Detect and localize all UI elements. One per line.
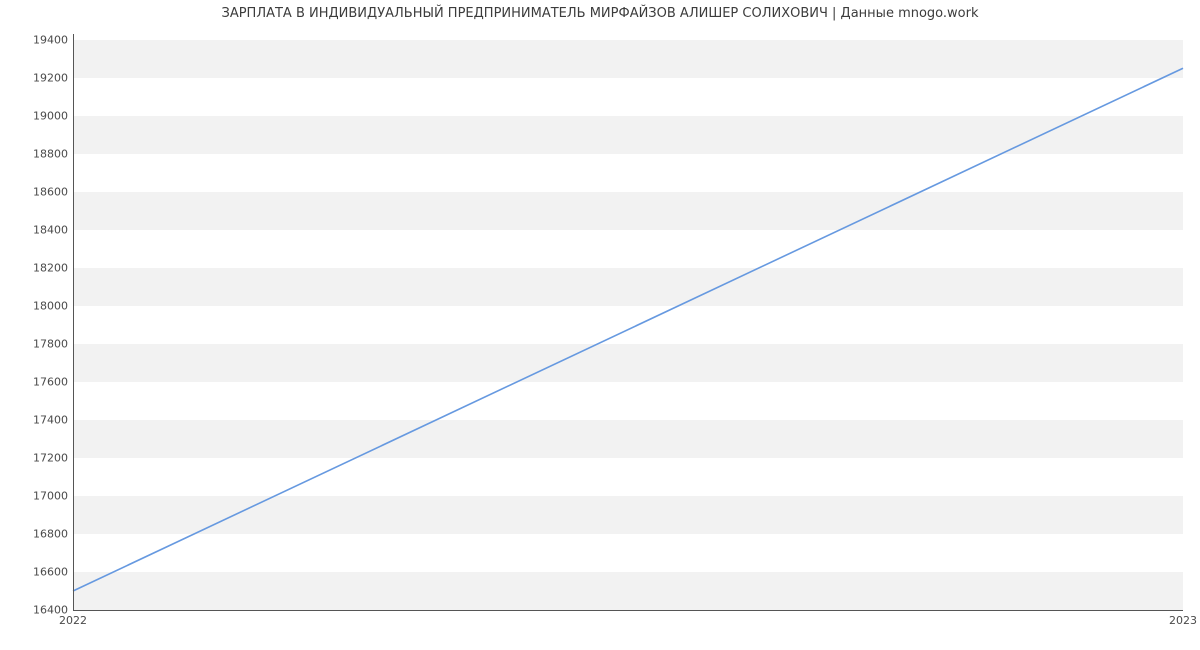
chart-title: ЗАРПЛАТА В ИНДИВИДУАЛЬНЫЙ ПРЕДПРИНИМАТЕЛ… (0, 6, 1200, 21)
y-tick-label: 19200 (8, 71, 68, 84)
line-series (73, 34, 1183, 610)
plot-area (73, 34, 1183, 610)
y-tick-label: 17000 (8, 489, 68, 502)
y-tick-label: 17800 (8, 337, 68, 350)
y-tick-label: 16600 (8, 565, 68, 578)
y-tick-label: 17200 (8, 451, 68, 464)
chart-container: ЗАРПЛАТА В ИНДИВИДУАЛЬНЫЙ ПРЕДПРИНИМАТЕЛ… (0, 0, 1200, 650)
y-tick-label: 19000 (8, 109, 68, 122)
axis-spine-bottom (73, 610, 1183, 611)
y-tick-label: 18200 (8, 261, 68, 274)
y-tick-label: 17600 (8, 375, 68, 388)
y-tick-label: 16800 (8, 527, 68, 540)
y-tick-label: 18800 (8, 147, 68, 160)
x-tick-label: 2022 (59, 614, 87, 627)
x-tick-label: 2023 (1169, 614, 1197, 627)
y-tick-label: 18400 (8, 223, 68, 236)
y-tick-label: 18000 (8, 299, 68, 312)
y-tick-label: 17400 (8, 413, 68, 426)
y-tick-label: 18600 (8, 185, 68, 198)
y-tick-label: 19400 (8, 33, 68, 46)
axis-spine-left (73, 34, 74, 610)
series-line (73, 68, 1183, 591)
